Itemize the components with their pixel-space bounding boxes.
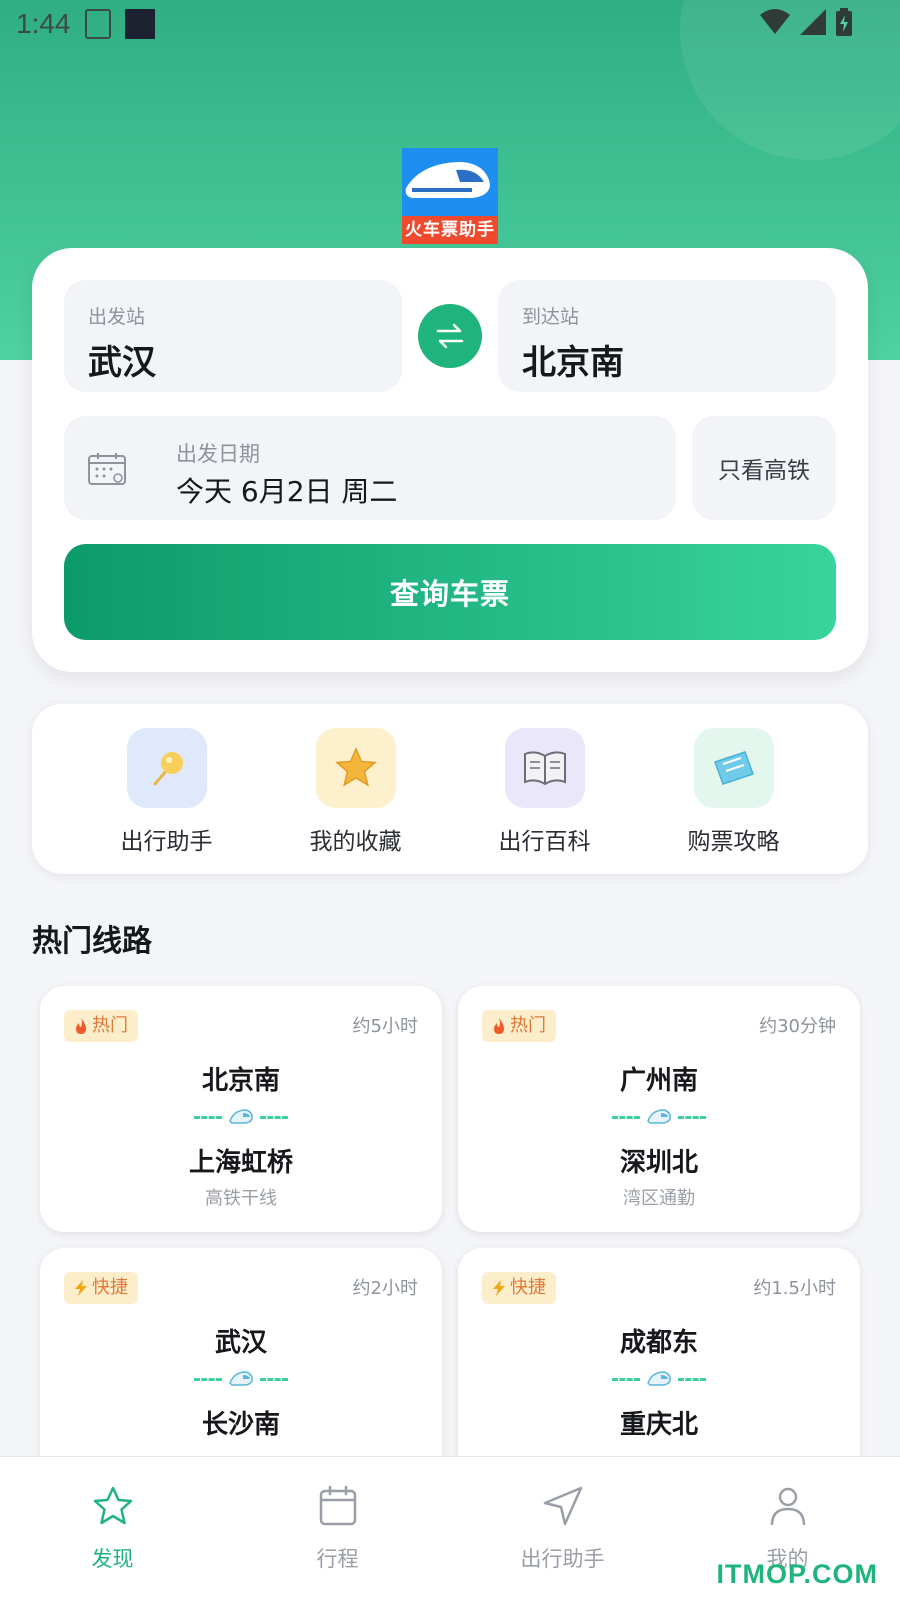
quick-action-favorites[interactable]: 我的收藏 (286, 704, 426, 874)
dash-line (260, 1115, 288, 1119)
route-card[interactable]: 热门 约30分钟 广州南 深圳北 湾区通勤 (458, 986, 860, 1232)
route-desc: 湾区通勤 (623, 1188, 695, 1209)
quick-icon-bg (126, 728, 207, 808)
status-time: 1:44 (16, 8, 71, 39)
high-speed-only-toggle[interactable]: 只看高铁 (692, 416, 836, 520)
calendar-icon (88, 453, 126, 485)
quick-action-label: 出行百科 (498, 829, 591, 855)
tab-travel-assistant[interactable]: 出行助手 (450, 1457, 675, 1600)
route-duration: 约30分钟 (759, 1016, 836, 1037)
dash-line (678, 1115, 706, 1119)
route-duration: 约5小时 (352, 1016, 418, 1037)
route-to: 长沙南 (201, 1410, 280, 1440)
fire-icon (76, 1018, 86, 1034)
to-station-field[interactable]: 到达站 北京南 (498, 280, 836, 392)
tab-trips[interactable]: 行程 (225, 1457, 450, 1600)
quick-icon-bg (504, 728, 585, 808)
logo-text: 火车票助手 (402, 216, 498, 244)
route-from: 武汉 (214, 1328, 267, 1358)
route-tag-label: 热门 (510, 1015, 546, 1036)
train-icon (405, 162, 490, 198)
notebook-icon (84, 9, 111, 39)
wifi-icon (760, 9, 790, 34)
watermark: ITMOP.COM (716, 1559, 878, 1589)
notification-image-icon (124, 9, 155, 39)
quick-action-label: 出行助手 (120, 829, 213, 855)
search-card: 出发站 武汉 到达站 北京南 出发日期 今天 6月2日 周二 只看高铁 查询车票 (32, 248, 868, 672)
route-to: 重庆北 (619, 1410, 698, 1440)
route-duration: 约2小时 (352, 1278, 418, 1299)
route-tag-label: 热门 (92, 1015, 128, 1036)
star-icon (334, 747, 377, 787)
route-from: 北京南 (201, 1066, 280, 1096)
battery-icon (836, 8, 852, 36)
query-tickets-button[interactable]: 查询车票 (64, 544, 836, 640)
ticket-icon (713, 751, 754, 785)
from-station-label: 出发站 (88, 306, 146, 328)
route-connector (458, 1364, 860, 1394)
tab-label: 出行助手 (520, 1547, 605, 1571)
fire-icon (494, 1018, 504, 1034)
route-tag-label: 快捷 (92, 1277, 128, 1298)
app-logo: 火车票助手 (402, 148, 498, 244)
navigation-icon (543, 1486, 582, 1526)
user-icon (770, 1487, 805, 1526)
route-tag: 快捷 (64, 1272, 138, 1304)
route-desc: 高铁干线 (205, 1188, 277, 1209)
lightning-icon (493, 1280, 505, 1296)
route-from: 成都东 (619, 1328, 698, 1358)
tab-label: 发现 (91, 1547, 134, 1571)
route-tag: 热门 (482, 1010, 556, 1042)
route-card[interactable]: 热门 约5小时 北京南 上海虹桥 高铁干线 (40, 986, 442, 1232)
route-tag: 热门 (64, 1010, 138, 1042)
route-connector (40, 1364, 442, 1394)
dash-line (612, 1115, 640, 1119)
to-station-value: 北京南 (522, 343, 624, 383)
status-indicators (760, 8, 852, 36)
tab-label: 行程 (316, 1547, 359, 1571)
departure-date-value: 今天 6月2日 周二 (176, 475, 398, 508)
train-icon (647, 1371, 671, 1386)
pin-icon (153, 752, 183, 786)
train-icon (229, 1109, 253, 1124)
quick-action-travel-assistant[interactable]: 出行助手 (97, 704, 237, 874)
dash-line (612, 1377, 640, 1381)
book-icon (523, 751, 566, 786)
route-connector (458, 1102, 860, 1132)
quick-action-label: 我的收藏 (309, 829, 402, 855)
calendar-icon (319, 1485, 356, 1526)
dash-line (194, 1377, 222, 1381)
quick-actions-card: 出行助手 我的收藏 出行百科 购票攻略 (32, 704, 868, 874)
from-station-value: 武汉 (88, 343, 156, 383)
tab-discover[interactable]: 发现 (0, 1457, 225, 1600)
dash-line (194, 1115, 222, 1119)
quick-icon-bg (315, 728, 396, 808)
to-station-label: 到达站 (522, 306, 580, 328)
quick-action-ticket-guide[interactable]: 购票攻略 (664, 704, 804, 874)
route-from: 广州南 (619, 1066, 698, 1096)
swap-icon (436, 323, 464, 349)
route-tag-label: 快捷 (510, 1277, 546, 1298)
quick-icon-bg (693, 728, 774, 808)
departure-date-label: 出发日期 (176, 442, 260, 466)
swap-stations-button[interactable] (418, 304, 482, 368)
route-connector (40, 1102, 442, 1132)
train-icon (647, 1109, 671, 1124)
train-icon (229, 1371, 253, 1386)
route-to: 深圳北 (619, 1148, 698, 1178)
route-tag: 快捷 (482, 1272, 556, 1304)
lightning-icon (75, 1280, 87, 1296)
hot-routes-title: 热门线路 (32, 924, 152, 959)
status-bar: 1:44 (0, 0, 900, 48)
dash-line (260, 1377, 288, 1381)
from-station-field[interactable]: 出发站 武汉 (64, 280, 402, 392)
star-icon (93, 1486, 132, 1525)
route-to: 上海虹桥 (188, 1148, 293, 1178)
quick-action-label: 购票攻略 (687, 829, 780, 855)
route-duration: 约1.5小时 (753, 1278, 836, 1299)
dash-line (678, 1377, 706, 1381)
departure-date-field[interactable]: 出发日期 今天 6月2日 周二 (64, 416, 676, 520)
quick-action-travel-wiki[interactable]: 出行百科 (475, 704, 615, 874)
signal-icon (800, 9, 826, 35)
